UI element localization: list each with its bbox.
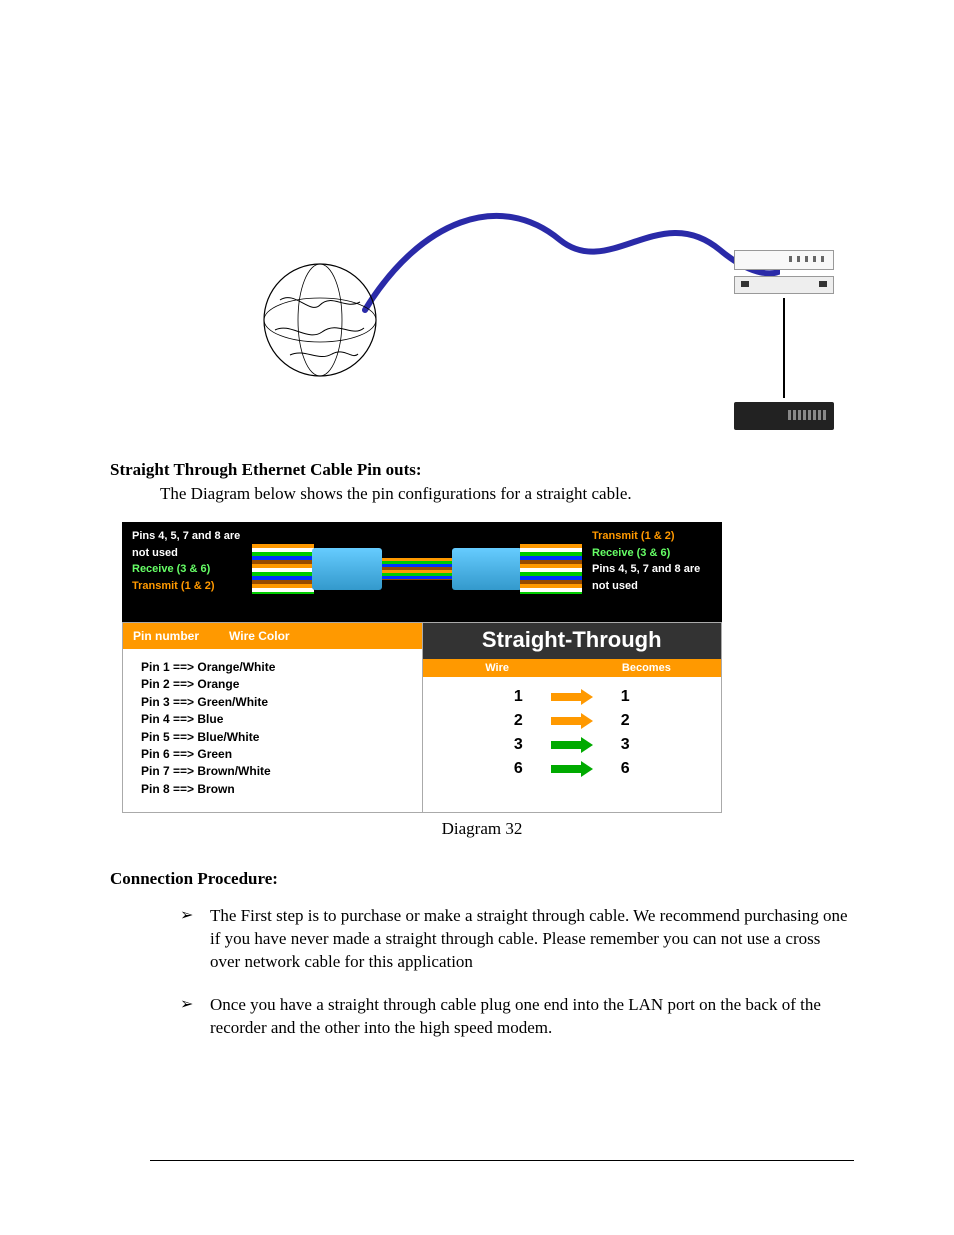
mapping-row: 11	[423, 685, 722, 709]
map-to: 2	[621, 712, 630, 730]
cable-cross-section: Pins 4, 5, 7 and 8 are not used Receive …	[122, 522, 722, 622]
map-from: 6	[514, 760, 523, 778]
cable-mid	[382, 558, 452, 580]
subhdr-becomes: Becomes	[572, 662, 721, 674]
map-to: 6	[621, 760, 630, 778]
pin-row: Pin 5 ==> Blue/White	[141, 729, 404, 746]
straight-through-title: Straight-Through	[423, 623, 722, 659]
arrow-icon	[551, 691, 593, 703]
rj45-plug-right	[452, 548, 522, 590]
mapping-row: 33	[423, 733, 722, 757]
globe-icon	[260, 260, 380, 380]
cable-wires-right	[520, 544, 582, 594]
hdr-wire-color: Wire Color	[229, 629, 290, 643]
mapping-row: 66	[423, 757, 722, 781]
pin-row: Pin 2 ==> Orange	[141, 676, 404, 693]
pinout-figure: Pins 4, 5, 7 and 8 are not used Receive …	[122, 522, 722, 813]
internet-cable-line	[360, 180, 780, 320]
arrow-icon	[551, 715, 593, 727]
map-from: 2	[514, 712, 523, 730]
rj45-plug-left	[312, 548, 382, 590]
label-unused-left: Pins 4, 5, 7 and 8 are not used	[132, 528, 252, 561]
procedure-step: The First step is to purchase or make a …	[180, 905, 854, 974]
cable-wires-left	[252, 544, 314, 594]
procedure-step: Once you have a straight through cable p…	[180, 994, 854, 1040]
label-receive-left: Receive (3 & 6)	[132, 561, 252, 578]
straight-through-table: Straight-Through Wire Becomes 11223366	[423, 622, 723, 813]
pin-color-table: Pin number Wire Color Pin 1 ==> Orange/W…	[122, 622, 423, 813]
mapping-row: 22	[423, 709, 722, 733]
pin-row: Pin 7 ==> Brown/White	[141, 763, 404, 780]
map-to: 1	[621, 688, 630, 706]
pinout-heading: Straight Through Ethernet Cable Pin outs…	[110, 460, 854, 480]
label-transmit-right: Transmit (1 & 2)	[592, 528, 712, 545]
map-to: 3	[621, 736, 630, 754]
map-from: 1	[514, 688, 523, 706]
figure-caption: Diagram 32	[110, 819, 854, 839]
label-receive-right: Receive (3 & 6)	[592, 545, 712, 562]
label-unused-right: Pins 4, 5, 7 and 8 are not used	[592, 561, 712, 594]
dvr-icon	[734, 402, 834, 430]
modem-icon	[734, 250, 834, 270]
procedure-heading: Connection Procedure:	[110, 869, 854, 889]
subhdr-wire: Wire	[423, 662, 572, 674]
pin-row: Pin 1 ==> Orange/White	[141, 659, 404, 676]
footer-rule	[150, 1160, 854, 1161]
label-transmit-left: Transmit (1 & 2)	[132, 578, 252, 595]
pin-row: Pin 4 ==> Blue	[141, 711, 404, 728]
pinout-intro: The Diagram below shows the pin configur…	[160, 484, 854, 504]
arrow-icon	[551, 739, 593, 751]
map-from: 3	[514, 736, 523, 754]
pin-row: Pin 8 ==> Brown	[141, 781, 404, 798]
router-icon	[734, 276, 834, 294]
network-topology-figure	[110, 100, 854, 420]
pin-row: Pin 6 ==> Green	[141, 746, 404, 763]
hdr-pin-number: Pin number	[133, 629, 199, 643]
arrow-icon	[551, 763, 593, 775]
pin-row: Pin 3 ==> Green/White	[141, 694, 404, 711]
ethernet-link-line	[783, 298, 785, 398]
